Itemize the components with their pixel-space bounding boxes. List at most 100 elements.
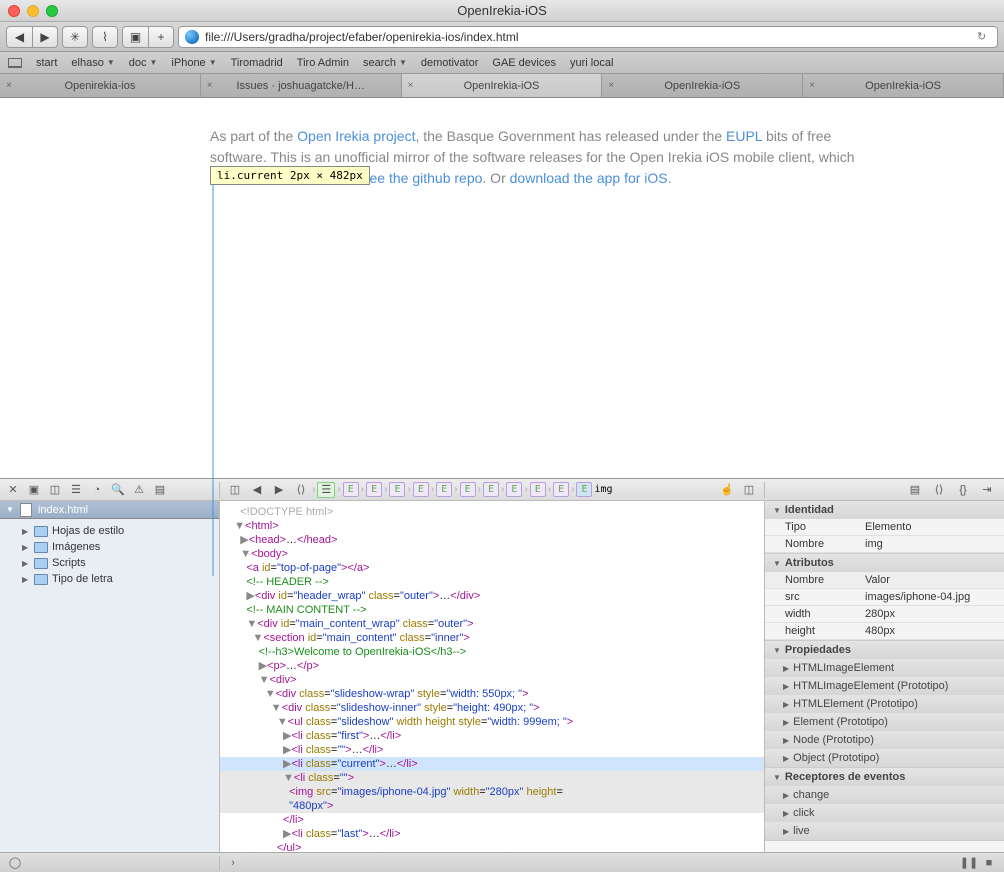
tab[interactable]: ×OpenIrekia-iOS xyxy=(803,74,1004,97)
tab[interactable]: ×Openirekia-ios xyxy=(0,74,201,97)
tab[interactable]: ×OpenIrekia-iOS xyxy=(402,74,603,97)
code-line[interactable]: ▼<div class="slideshow-inner" style="hei… xyxy=(220,701,764,715)
code-line[interactable]: "480px"> xyxy=(220,799,764,813)
folder-item[interactable]: ▶Hojas de estilo xyxy=(8,523,211,539)
stop-icon[interactable]: ■ xyxy=(982,856,996,870)
style-view-icon[interactable]: ▤ xyxy=(906,482,924,498)
folder-item[interactable]: ▶Scripts xyxy=(8,555,211,571)
add-tab-button[interactable]: + xyxy=(148,26,174,48)
tab[interactable]: ×Issues · joshuagatcke/H… xyxy=(201,74,402,97)
code-line[interactable]: ▶<li class="">…</li> xyxy=(220,743,764,757)
code-line[interactable]: <a id="top-of-page"></a> xyxy=(220,561,764,575)
close-tab-icon[interactable]: × xyxy=(809,80,815,91)
pointer-icon[interactable]: ☝ xyxy=(718,482,736,498)
link-appstore[interactable]: download the app for iOS xyxy=(510,170,668,186)
folder-item[interactable]: ▶Tipo de letra xyxy=(8,571,211,587)
reload-icon[interactable]: ↻ xyxy=(977,30,991,44)
code-line[interactable]: ▶<li class="first">…</li> xyxy=(220,729,764,743)
tab-bar: ×Openirekia-ios×Issues · joshuagatcke/H…… xyxy=(0,74,1004,98)
folder-icon xyxy=(34,542,48,553)
close-tab-icon[interactable]: × xyxy=(207,80,213,91)
code-line[interactable]: ▼<html> xyxy=(220,519,764,533)
minimize-icon[interactable] xyxy=(27,5,39,17)
close-tab-icon[interactable]: × xyxy=(608,80,614,91)
tab[interactable]: ×OpenIrekia-iOS xyxy=(602,74,803,97)
link-project[interactable]: Open Irekia project xyxy=(297,128,415,144)
console-icon[interactable]: ◯ xyxy=(8,856,22,870)
window-title: OpenIrekia-iOS xyxy=(457,3,547,18)
metrics-view-icon[interactable]: ⇥ xyxy=(978,482,996,498)
code-line[interactable]: ▶<li class="last">…</li> xyxy=(220,827,764,841)
extension-button[interactable]: ✳ xyxy=(62,26,88,48)
page-content: As part of the Open Irekia project, the … xyxy=(0,98,1004,478)
code-line[interactable]: ▶<div id="header_wrap" class="outer">…</… xyxy=(220,589,764,603)
bookmark-iPhone[interactable]: iPhone ▼ xyxy=(171,57,216,69)
code-line[interactable]: ▼<div class="slideshow-wrap" style="widt… xyxy=(220,687,764,701)
log-icon[interactable]: ▤ xyxy=(151,482,169,498)
address-bar[interactable]: ↻ xyxy=(178,26,998,48)
code-line[interactable]: <img src="images/iphone-04.jpg" width="2… xyxy=(220,785,764,799)
code-line[interactable]: <!--h3>Welcome to OpenIrekia-iOS</h3--> xyxy=(220,645,764,659)
bookmark-GAE devices[interactable]: GAE devices xyxy=(492,57,556,69)
close-inspector-icon[interactable]: ✕ xyxy=(4,482,22,498)
code-line[interactable]: <!-- MAIN CONTENT --> xyxy=(220,603,764,617)
bookmark-Tiromadrid[interactable]: Tiromadrid xyxy=(231,57,283,69)
code-line[interactable]: ▼<section id="main_content" class="inner… xyxy=(220,631,764,645)
toolbar: ◀ ▶ ✳ ⌇ ▣ + ↻ xyxy=(0,22,1004,52)
folder-icon xyxy=(34,558,48,569)
close-icon[interactable] xyxy=(8,5,20,17)
dom-breadcrumb[interactable]: ⟨⟩›☰›E›E›E›E›E›E›E›E›E›E›E img xyxy=(292,482,613,498)
bookmark-search[interactable]: search ▼ xyxy=(363,57,407,69)
hover-tooltip: li.current 2px × 482px xyxy=(210,166,370,185)
panel-right-icon[interactable]: ◫ xyxy=(740,482,758,498)
panel-icon[interactable]: ▣ xyxy=(25,482,43,498)
nav-back-icon[interactable]: ◀ xyxy=(248,482,266,498)
globe-icon xyxy=(185,30,199,44)
pause-icon[interactable]: ❚❚ xyxy=(962,856,976,870)
bookmark-start[interactable]: start xyxy=(36,57,57,69)
bookmark-doc[interactable]: doc ▼ xyxy=(129,57,158,69)
console-prompt-icon[interactable]: › xyxy=(226,856,240,870)
dom-tree[interactable]: <!DOCTYPE html> ▼<html> ▶<head>…</head> … xyxy=(220,501,764,852)
link-github[interactable]: See the github repo xyxy=(360,170,482,186)
timeline-icon[interactable]: ◔ xyxy=(88,482,106,498)
close-tab-icon[interactable]: × xyxy=(6,80,12,91)
code-line[interactable]: ▼<ul class="slideshow" width height styl… xyxy=(220,715,764,729)
code-line[interactable]: </ul> xyxy=(220,841,764,852)
bookmark-yuri local[interactable]: yuri local xyxy=(570,57,613,69)
folder-item[interactable]: ▶Imágenes xyxy=(8,539,211,555)
code-line[interactable]: ▶<p>…</p> xyxy=(220,659,764,673)
forward-button[interactable]: ▶ xyxy=(32,26,58,48)
rss-button[interactable]: ⌇ xyxy=(92,26,118,48)
computed-view-icon[interactable]: ⟨⟩ xyxy=(930,482,948,498)
inspector-toolbar: ✕ ▣ ◫ ☰ ◔ 🔍 ⚠ ▤ ◫ ◀ ▶ ⟨⟩›☰›E›E›E›E›E›E›E… xyxy=(0,479,1004,501)
code-line[interactable]: <!-- HEADER --> xyxy=(220,575,764,589)
bookmarks-bar: start elhaso ▼ doc ▼ iPhone ▼ Tiromadrid Tiro… xyxy=(0,52,1004,74)
panel2-icon[interactable]: ◫ xyxy=(46,482,64,498)
code-line[interactable]: ▼<div id="main_content_wrap" class="oute… xyxy=(220,617,764,631)
bookmarks-button[interactable]: ▣ xyxy=(122,26,148,48)
code-line[interactable]: ▶<li class="current">…</li> xyxy=(220,757,764,771)
url-input[interactable] xyxy=(205,30,971,44)
zoom-icon[interactable] xyxy=(46,5,58,17)
panel-left-icon[interactable]: ◫ xyxy=(226,482,244,498)
dom-view-icon[interactable]: {} xyxy=(954,482,972,498)
close-tab-icon[interactable]: × xyxy=(408,80,414,91)
sidebar-file-header[interactable]: ▼ index.html xyxy=(0,501,219,519)
code-line[interactable]: <!DOCTYPE html> xyxy=(220,505,764,519)
bookmark-elhaso[interactable]: elhaso ▼ xyxy=(71,57,114,69)
resources-icon[interactable]: ☰ xyxy=(67,482,85,498)
code-line[interactable]: ▼<div> xyxy=(220,673,764,687)
bookmark-demotivator[interactable]: demotivator xyxy=(421,57,478,69)
warning-icon[interactable]: ⚠ xyxy=(130,482,148,498)
bookmarks-icon[interactable] xyxy=(8,58,22,68)
bookmark-Tiro Admin[interactable]: Tiro Admin xyxy=(297,57,349,69)
nav-fwd-icon[interactable]: ▶ xyxy=(270,482,288,498)
search-icon[interactable]: 🔍 xyxy=(109,482,127,498)
link-eupl[interactable]: EUPL xyxy=(726,128,762,144)
code-line[interactable]: ▶<head>…</head> xyxy=(220,533,764,547)
back-button[interactable]: ◀ xyxy=(6,26,32,48)
code-line[interactable]: </li> xyxy=(220,813,764,827)
code-line[interactable]: ▼<body> xyxy=(220,547,764,561)
code-line[interactable]: ▼<li class=""> xyxy=(220,771,764,785)
